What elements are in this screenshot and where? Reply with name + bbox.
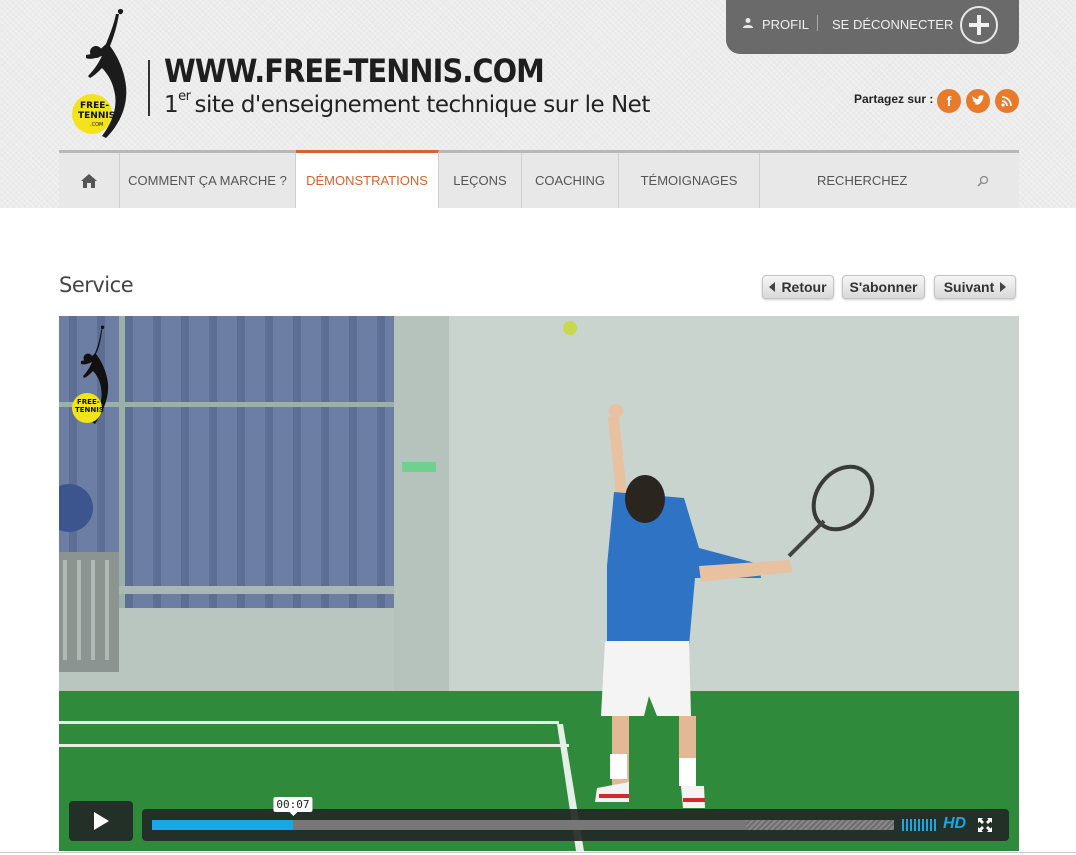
nav-item-demonstrations[interactable]: DÉMONSTRATIONS (296, 150, 439, 208)
svg-text:TENNIS: TENNIS (78, 111, 115, 121)
fullscreen-icon[interactable] (978, 818, 992, 832)
play-button[interactable] (69, 801, 133, 841)
site-title[interactable]: WWW.FREE-TENNIS.COM (164, 52, 545, 90)
video-frame (59, 316, 1019, 851)
home-icon (81, 173, 97, 188)
subscribe-button[interactable]: S'abonner (842, 275, 925, 299)
search-box (759, 153, 1019, 208)
logo-divider (148, 60, 150, 116)
twitter-icon[interactable] (966, 89, 990, 113)
nav-home[interactable] (59, 153, 120, 208)
share-label: Partagez sur : (854, 92, 934, 106)
facebook-icon[interactable]: f (937, 89, 961, 113)
page-title: Service (59, 273, 134, 297)
user-icon (743, 18, 753, 28)
next-button[interactable]: Suivant (934, 275, 1016, 299)
volume-icon[interactable] (902, 819, 936, 831)
video-controls: 00:07 HD (142, 797, 1009, 841)
video-watermark-logo: FREE- TENNIS (72, 325, 109, 424)
user-panel: PROFIL SE DÉCONNECTER (726, 0, 1019, 54)
current-time-tooltip: 00:07 (273, 797, 313, 812)
profile-link[interactable]: PROFIL (762, 17, 809, 32)
hd-toggle[interactable]: HD (943, 815, 966, 833)
svg-text:.COM: .COM (90, 122, 103, 128)
nav-item-temoignages[interactable]: TÉMOIGNAGES (619, 153, 760, 208)
logout-link[interactable]: SE DÉCONNECTER (832, 17, 953, 32)
nav-item-coaching[interactable]: COACHING (522, 153, 619, 208)
progress-played (152, 820, 293, 830)
page-bottom-border (0, 852, 1076, 853)
rss-icon[interactable] (995, 89, 1019, 113)
main-navigation: COMMENT ÇA MARCHE ? DÉMONSTRATIONS LEÇON… (59, 150, 1019, 208)
arrow-left-icon (769, 282, 776, 292)
svg-text:FREE-: FREE- (77, 398, 100, 406)
site-tagline: 1er site d'enseignement technique sur le … (164, 89, 650, 118)
site-logo[interactable]: FREE- TENNIS .COM (68, 6, 134, 142)
panel-separator (817, 15, 818, 31)
progress-bar[interactable]: 00:07 (152, 797, 894, 830)
video-player[interactable]: FREE- TENNIS 00:07 HD (59, 316, 1019, 851)
svg-text:TENNIS: TENNIS (75, 406, 104, 414)
back-button[interactable]: Retour (762, 275, 834, 299)
svg-text:FREE-: FREE- (80, 101, 109, 111)
search-icon[interactable] (977, 175, 989, 187)
nav-item-comment-ca-marche[interactable]: COMMENT ÇA MARCHE ? (120, 153, 296, 208)
arrow-right-icon (1000, 282, 1007, 292)
nav-item-lecons[interactable]: LEÇONS (439, 153, 522, 208)
plus-circle-icon[interactable] (960, 6, 998, 44)
